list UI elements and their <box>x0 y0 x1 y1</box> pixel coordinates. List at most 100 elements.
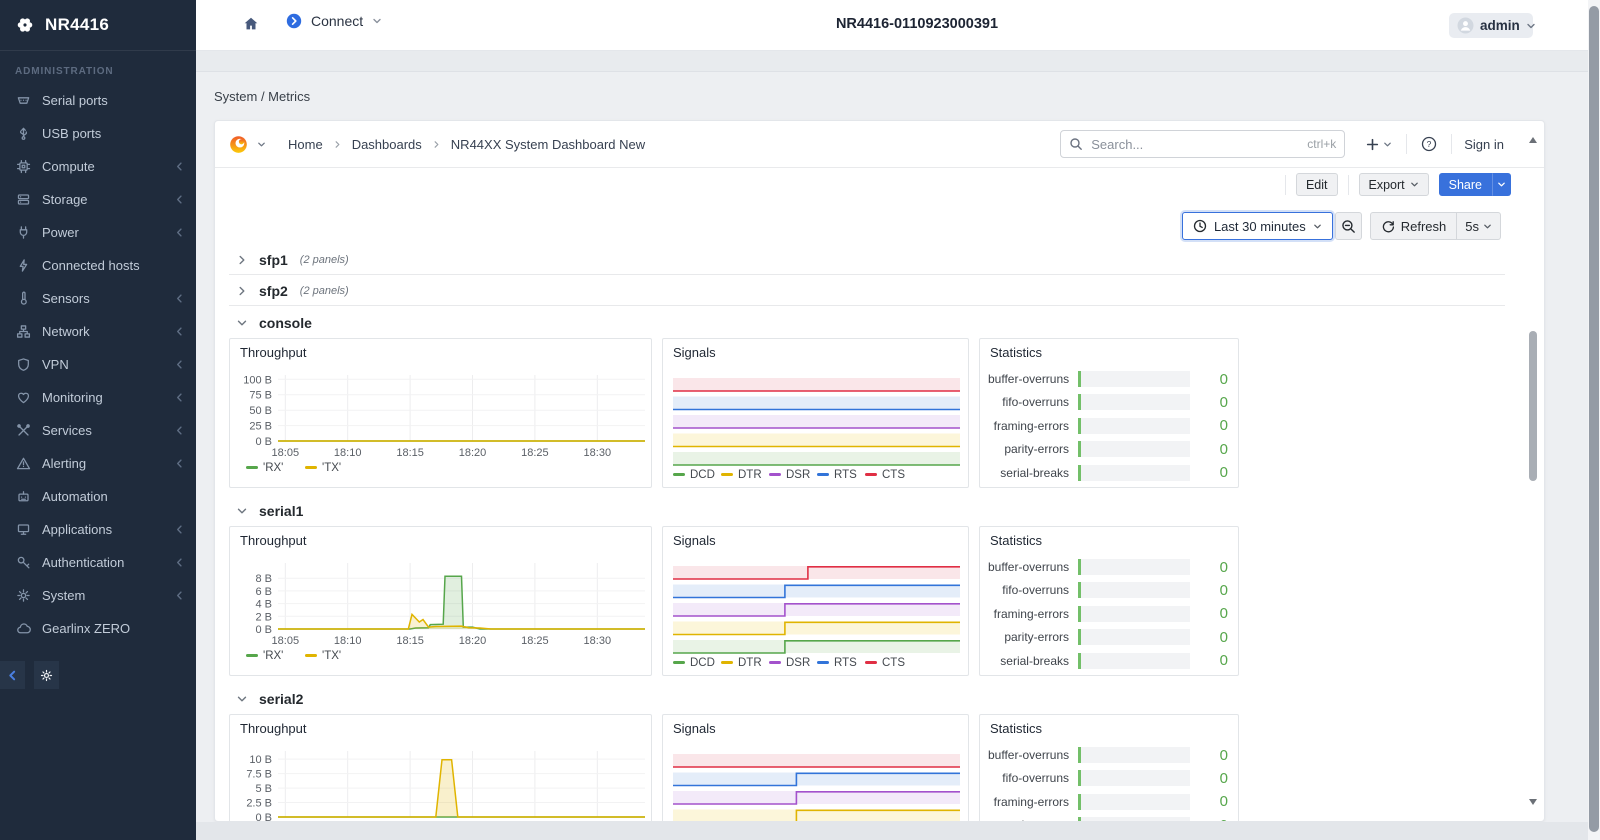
sidebar-item-serial-ports[interactable]: Serial ports <box>0 84 196 117</box>
sidebar-item-usb-ports[interactable]: USB ports <box>0 117 196 150</box>
brand[interactable]: NR4416 <box>0 0 196 51</box>
panel-title[interactable]: Statistics <box>990 721 1042 736</box>
legend-label[interactable]: DCD <box>690 657 715 669</box>
device-title: NR4416-0110923000391 <box>835 16 999 32</box>
legend-label[interactable]: RTS <box>834 657 857 669</box>
scroll-up-icon[interactable] <box>1529 133 1537 143</box>
signal-band-rts <box>673 396 960 410</box>
sidebar-settings-button[interactable] <box>34 661 59 689</box>
legend-label[interactable]: 'TX' <box>322 650 341 662</box>
screen: NR4416 ADMINISTRATION Serial ports USB po… <box>0 0 1600 840</box>
sidebar-footer <box>0 661 59 689</box>
x-tick-label: 18:20 <box>459 635 487 647</box>
legend-label[interactable]: DSR <box>786 469 810 481</box>
inner-scrollbar[interactable] <box>1528 121 1538 821</box>
chevron-down-icon <box>237 694 247 704</box>
sidebar-item-compute[interactable]: Compute <box>0 150 196 183</box>
sidebar-item-label: USB ports <box>42 126 102 141</box>
app-header: Connect NR4416-0110923000391 admin <box>196 0 1600 51</box>
stat-gauge-bar <box>1078 464 1081 481</box>
page-scrollbar[interactable] <box>1588 0 1600 840</box>
scroll-down-icon[interactable] <box>1529 799 1537 809</box>
signal-band-dcd <box>673 640 960 653</box>
y-tick-label: 5 B <box>255 783 272 795</box>
sidebar-item-label: Connected hosts <box>42 258 140 273</box>
legend-label[interactable]: CTS <box>882 469 905 481</box>
throughput-panel-console: Throughput 18:05 18:10 18:15 18:20 18:25 18:30… <box>229 338 652 488</box>
person-icon <box>1457 17 1474 34</box>
section-header-sfp1[interactable]: sfp1 (2 panels) <box>229 249 349 271</box>
throughput-panel-serial2: Throughput18:0518:1018:1518:2018:2518:30… <box>229 714 652 821</box>
legend-label[interactable]: 'RX' <box>263 462 283 474</box>
panel-title[interactable]: Statistics <box>990 533 1042 548</box>
section-header-serial2[interactable]: serial2 <box>229 688 303 710</box>
sidebar-item-system[interactable]: System <box>0 579 196 612</box>
page-scrollbar-thumb[interactable] <box>1589 6 1599 832</box>
legend-label[interactable]: 'TX' <box>322 462 341 474</box>
legend-label[interactable]: CTS <box>882 657 905 669</box>
sidebar-item-connected-hosts[interactable]: Connected hosts <box>0 249 196 282</box>
stat-row: buffer-overruns 0 <box>988 745 1228 765</box>
sidebar-item-label: Automation <box>42 489 108 504</box>
section-header-sfp2[interactable]: sfp2 (2 panels) <box>229 280 349 302</box>
collapse-sidebar-button[interactable] <box>0 661 25 689</box>
panel-title[interactable]: Statistics <box>990 345 1042 360</box>
sidebar-item-authentication[interactable]: Authentication <box>0 546 196 579</box>
sidebar-item-automation[interactable]: Automation <box>0 480 196 513</box>
x-tick-label: 18:30 <box>584 447 612 459</box>
legend-label[interactable]: 'RX' <box>263 650 283 662</box>
connect-menu[interactable]: Connect <box>286 13 382 29</box>
sidebar-item-power[interactable]: Power <box>0 216 196 249</box>
section-header-serial1[interactable]: serial1 <box>229 500 303 522</box>
x-tick-label: 18:15 <box>396 635 424 647</box>
user-menu[interactable]: admin <box>1449 13 1535 38</box>
chevron-right-icon <box>237 255 247 265</box>
sidebar-item-label: Serial ports <box>42 93 108 108</box>
legend-label[interactable]: RTS <box>834 469 857 481</box>
panel-title[interactable]: Throughput <box>240 533 307 548</box>
panel-title[interactable]: Signals <box>673 721 716 736</box>
stat-value: 0 <box>1219 440 1228 458</box>
sidebar-item-label: Authentication <box>42 555 125 570</box>
panel-title[interactable]: Throughput <box>240 345 307 360</box>
legend-swatch <box>817 661 829 664</box>
chevron-left-icon <box>175 525 184 534</box>
stat-gauge-bar <box>1078 793 1081 810</box>
legend-label[interactable]: DSR <box>786 657 810 669</box>
legend-label[interactable]: DTR <box>738 657 762 669</box>
sidebar-item-vpn[interactable]: VPN <box>0 348 196 381</box>
sidebar-section-label: ADMINISTRATION <box>15 66 114 77</box>
stat-label: framing-errors <box>993 606 1069 621</box>
scrollbar-thumb[interactable] <box>1529 331 1537 481</box>
panel-title[interactable]: Signals <box>673 533 716 548</box>
sidebar-item-sensors[interactable]: Sensors <box>0 282 196 315</box>
sidebar-item-gearlinx-zero[interactable]: Gearlinx ZERO <box>0 612 196 645</box>
stat-gauge <box>1078 559 1190 575</box>
stat-label: framing-errors <box>993 418 1069 433</box>
legend-label[interactable]: DTR <box>738 469 762 481</box>
sidebar-item-network[interactable]: Network <box>0 315 196 348</box>
stat-gauge <box>1078 629 1190 646</box>
stat-gauge-bar <box>1078 770 1081 787</box>
signal-band-dtr <box>673 621 960 635</box>
sidebar-item-applications[interactable]: Applications <box>0 513 196 546</box>
section-header-console[interactable]: console <box>229 312 312 334</box>
x-tick-label: 18:05 <box>272 447 300 459</box>
sidebar-item-services[interactable]: Services <box>0 414 196 447</box>
cloud-icon <box>15 621 31 637</box>
stat-label: buffer-overruns <box>988 748 1070 762</box>
legend-label[interactable]: DCD <box>690 469 715 481</box>
stat-gauge-bar <box>1078 605 1081 622</box>
panel-title[interactable]: Throughput <box>240 721 307 736</box>
stat-gauge <box>1078 747 1190 763</box>
sidebar-item-alerting[interactable]: Alerting <box>0 447 196 480</box>
panel-title[interactable]: Signals <box>673 345 716 360</box>
chevron-down-icon <box>372 16 382 26</box>
stat-gauge <box>1078 464 1190 481</box>
bottom-strip <box>196 822 1600 840</box>
chevron-down-icon <box>237 506 247 516</box>
stat-gauge-bar <box>1078 582 1081 599</box>
sidebar-item-monitoring[interactable]: Monitoring <box>0 381 196 414</box>
sidebar-item-storage[interactable]: Storage <box>0 183 196 216</box>
home-icon[interactable] <box>242 15 260 38</box>
